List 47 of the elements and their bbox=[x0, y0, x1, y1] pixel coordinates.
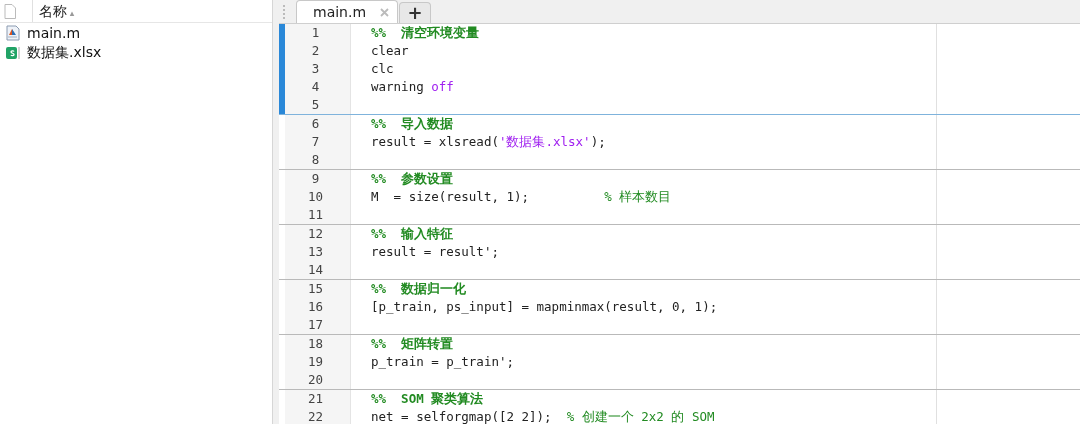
code-line: M = size(result, 1); % 样本数目 bbox=[371, 189, 672, 204]
code-line: %% SOM 聚类算法 bbox=[371, 391, 484, 406]
line-number: 1 bbox=[285, 24, 351, 42]
code-line: %% 导入数据 bbox=[371, 116, 454, 131]
spreadsheet-file-icon bbox=[5, 45, 21, 61]
new-tab-button[interactable]: + bbox=[399, 2, 432, 23]
line-number: 19 bbox=[285, 353, 351, 371]
line-number: 20 bbox=[285, 371, 351, 389]
line-number: 21 bbox=[285, 390, 351, 408]
code-line: %% 参数设置 bbox=[371, 171, 454, 186]
code-line: result = result'; bbox=[371, 244, 499, 259]
line-number: 3 bbox=[285, 60, 351, 78]
line-number: 18 bbox=[285, 335, 351, 353]
file-item[interactable]: main.m bbox=[0, 23, 272, 43]
line-number: 8 bbox=[285, 151, 351, 169]
code-line: %% 数据归一化 bbox=[371, 281, 467, 296]
code-line: clc bbox=[371, 61, 394, 76]
code-line: [p_train, ps_input] = mapminmax(result, 0, 1); bbox=[371, 299, 718, 314]
column-header[interactable]: 名称 ▴ bbox=[32, 0, 272, 22]
editor-tab[interactable]: main.m bbox=[296, 0, 399, 23]
line-number: 11 bbox=[285, 206, 351, 224]
code-line: p_train = p_train'; bbox=[371, 354, 514, 369]
line-number: 16 bbox=[285, 298, 351, 316]
code-line: %% 矩阵转置 bbox=[371, 336, 454, 351]
code-line: %% 输入特征 bbox=[371, 226, 454, 241]
line-number: 14 bbox=[285, 261, 351, 279]
page-icon bbox=[4, 3, 16, 19]
line-number: 4 bbox=[285, 78, 351, 96]
script-file-icon bbox=[5, 25, 21, 41]
code-line: %% 清空环境变量 bbox=[371, 25, 480, 40]
line-number: 22 bbox=[285, 408, 351, 424]
line-number: 15 bbox=[285, 280, 351, 298]
close-icon bbox=[380, 7, 390, 17]
line-number: 6 bbox=[285, 115, 351, 133]
line-number: 2 bbox=[285, 42, 351, 60]
file-item[interactable]: 数据集.xlsx bbox=[0, 43, 272, 63]
code-line: result = xlsread('数据集.xlsx'); bbox=[371, 134, 606, 149]
code-line: warning off bbox=[371, 79, 454, 94]
line-number: 10 bbox=[285, 188, 351, 206]
line-number: 9 bbox=[285, 170, 351, 188]
line-number: 12 bbox=[285, 225, 351, 243]
line-number: 7 bbox=[285, 133, 351, 151]
code-line: net = selforgmap([2 2]); % 创建一个 2x2 的 SOM bbox=[371, 409, 715, 424]
line-number: 17 bbox=[285, 316, 351, 334]
code-line: clear bbox=[371, 43, 409, 58]
line-number: 13 bbox=[285, 243, 351, 261]
line-number: 5 bbox=[285, 96, 351, 114]
